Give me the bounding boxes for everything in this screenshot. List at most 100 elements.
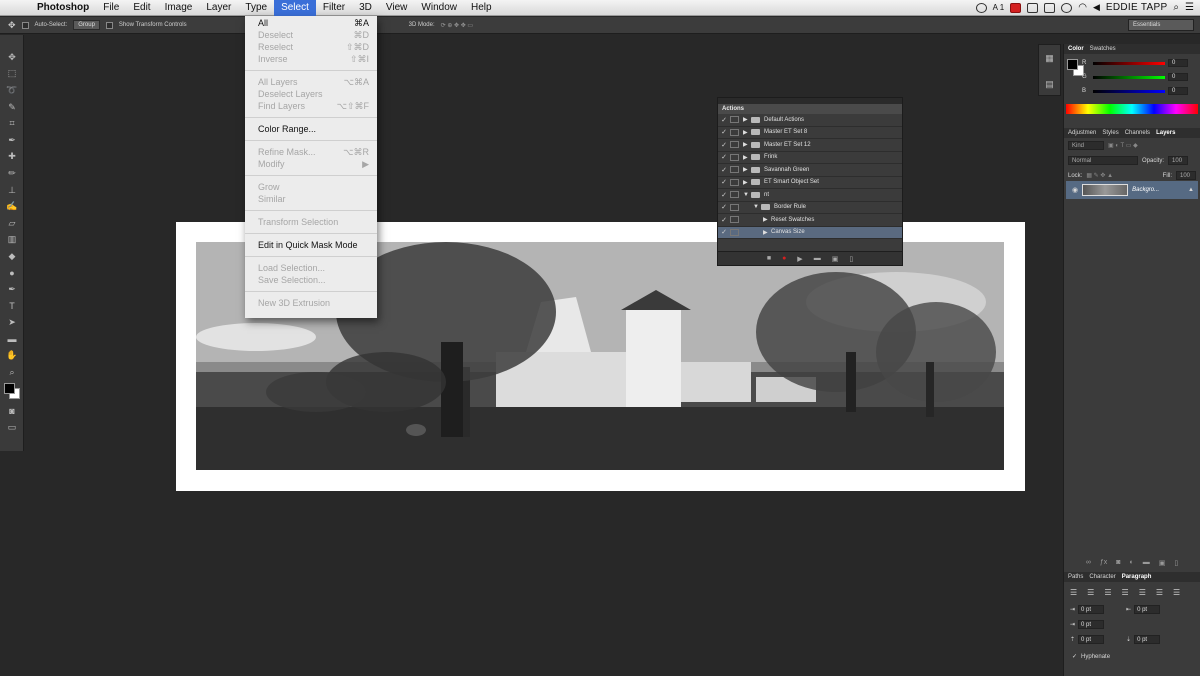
wifi-icon[interactable]: ◠ [1078,2,1087,13]
dialog-toggle[interactable] [730,141,739,149]
check-icon[interactable]: ✓ [718,153,730,161]
history-brush-tool-icon[interactable]: ✍ [0,198,24,215]
show-transform-checkbox[interactable] [105,21,113,29]
shape-tool-icon[interactable]: ▬ [0,331,24,348]
space-after-field[interactable]: 0 pt [1134,635,1161,644]
record-icon[interactable] [1010,2,1022,13]
action-row[interactable]: ✓ ▼ Border Rule [718,202,902,214]
align-right-icon[interactable]: ☰ [1104,588,1111,597]
menu-3d[interactable]: 3D [352,0,379,16]
menu-image[interactable]: Image [158,0,200,16]
marquee-tool-icon[interactable]: ⬚ [0,66,24,83]
tab-styles[interactable]: Styles [1102,130,1118,136]
menu-view[interactable]: View [379,0,415,16]
triangle-right-icon[interactable]: ▶ [743,179,751,186]
check-icon[interactable]: ✓ [718,141,730,149]
red-value[interactable]: 0 [1168,59,1188,67]
volume-icon[interactable]: ◀ [1093,2,1100,13]
stamp-tool-icon[interactable]: ⊥ [0,182,24,199]
move-tool-icon[interactable]: ✥ [8,20,16,31]
adjustment-icon[interactable]: ◐ [1129,559,1133,569]
dialog-toggle[interactable] [730,128,739,136]
menu-select[interactable]: Select [274,0,316,16]
justify-all-icon[interactable]: ☰ [1173,588,1180,597]
fill-field[interactable]: 100 [1176,171,1196,180]
menu-window[interactable]: Window [414,0,464,16]
foreground-color-swatch[interactable] [4,382,15,394]
justify-last-left-icon[interactable]: ☰ [1122,588,1129,597]
tab-color[interactable]: Color [1068,46,1084,52]
menu-item-edit-in-quick-mask-mode[interactable]: Edit in Quick Mask Mode [245,239,377,251]
menu-edit[interactable]: Edit [126,0,157,16]
indent-right-field[interactable]: 0 pt [1134,605,1161,614]
check-icon[interactable]: ✓ [718,228,730,236]
hyphenate-checkbox[interactable]: ✓ [1072,653,1077,660]
action-row[interactable]: ✓ ▶ Master ET Set 8 [718,127,902,139]
green-slider[interactable]: G0 [1064,70,1200,84]
space-before-field[interactable]: 0 pt [1078,635,1105,644]
menu-type[interactable]: Type [238,0,274,16]
menu-item-all[interactable]: All ⌘A [245,17,377,29]
menu-file[interactable]: File [96,0,126,16]
creative-cloud-icon[interactable] [975,2,987,13]
link-icon[interactable]: ∞ [1086,559,1091,569]
justify-last-center-icon[interactable]: ☰ [1139,588,1146,597]
check-icon[interactable]: ✓ [718,128,730,136]
red-slider[interactable]: R0 [1064,56,1200,70]
action-row[interactable]: ✓ ▶ Savannah Green [718,164,902,177]
action-row[interactable]: ✓ ▶ Master ET Set 12 [718,139,902,152]
filter-icons[interactable]: ▣ ◐ T ▭ ◆ [1108,142,1138,149]
path-select-tool-icon[interactable]: ➤ [0,315,24,332]
triangle-right-icon[interactable]: ▶ [763,229,771,236]
kind-filter[interactable]: Kind [1068,141,1104,150]
screen-mode-icon[interactable]: ▭ [0,419,24,436]
workspace-select[interactable]: Essentials [1128,19,1194,31]
check-icon[interactable]: ✓ [718,203,730,211]
brush-tool-icon[interactable]: ✏ [0,165,24,182]
action-row[interactable]: ✓ ▶ Canvas Size [718,226,902,239]
crop-tool-icon[interactable]: ⌗ [0,115,24,132]
triangle-down-icon[interactable]: ▼ [753,204,761,210]
play-icon[interactable]: ▶ [797,255,802,263]
layer-row-background[interactable]: ◉ Backgro... ▲ [1066,181,1198,199]
menu-layer[interactable]: Layer [199,0,238,16]
action-row[interactable]: ✓ ▶ ET Smart Object Set [718,177,902,189]
dialog-toggle[interactable] [730,228,739,236]
triangle-right-icon[interactable]: ▶ [743,116,751,123]
quick-mask-icon[interactable]: ◙ [0,403,24,420]
dialog-toggle[interactable] [730,191,739,199]
properties-panel-icon[interactable]: ▤ [1039,71,1060,97]
menu-help[interactable]: Help [464,0,499,16]
history-panel-icon[interactable]: ▦ [1039,45,1060,71]
action-row[interactable]: ✓ ▼ nt [718,189,902,202]
tab-channels[interactable]: Channels [1125,130,1150,136]
align-center-icon[interactable]: ☰ [1087,588,1094,597]
action-row[interactable]: ✓ ▶ Default Actions [718,114,902,127]
color-spectrum[interactable] [1066,104,1198,114]
3d-rotate-icon[interactable]: ⟳ ⊕ ✥ ✥ ▭ [441,22,473,29]
time-machine-icon[interactable] [1061,2,1073,13]
new-set-icon[interactable]: ▬ [814,255,821,262]
eyedropper-tool-icon[interactable]: ✒ [0,132,24,149]
dialog-toggle[interactable] [730,178,739,186]
hand-tool-icon[interactable]: ✋ [0,348,24,365]
check-icon[interactable]: ✓ [718,166,730,174]
healing-tool-icon[interactable]: ✚ [0,149,24,166]
first-line-field[interactable]: 0 pt [1078,620,1105,629]
type-tool-icon[interactable]: T [0,298,24,315]
triangle-right-icon[interactable]: ▶ [743,129,751,136]
tab-character[interactable]: Character [1089,574,1115,580]
dialog-toggle[interactable] [730,116,739,124]
triangle-right-icon[interactable]: ▶ [743,166,751,173]
trash-icon[interactable]: ▯ [1174,559,1178,569]
notification-icon[interactable]: ☰ [1185,2,1194,13]
eraser-tool-icon[interactable]: ▱ [0,215,24,232]
opacity-field[interactable]: 100 [1168,156,1189,165]
gradient-tool-icon[interactable]: ▥ [0,232,24,249]
display-icon[interactable] [1027,2,1039,13]
pen-tool-icon[interactable]: ✒ [0,281,24,298]
tab-adjustments[interactable]: Adjustmen [1068,130,1096,136]
zoom-tool-icon[interactable]: ⌕ [0,364,24,381]
dodge-tool-icon[interactable]: ● [0,265,24,282]
tab-paragraph[interactable]: Paragraph [1122,574,1152,580]
